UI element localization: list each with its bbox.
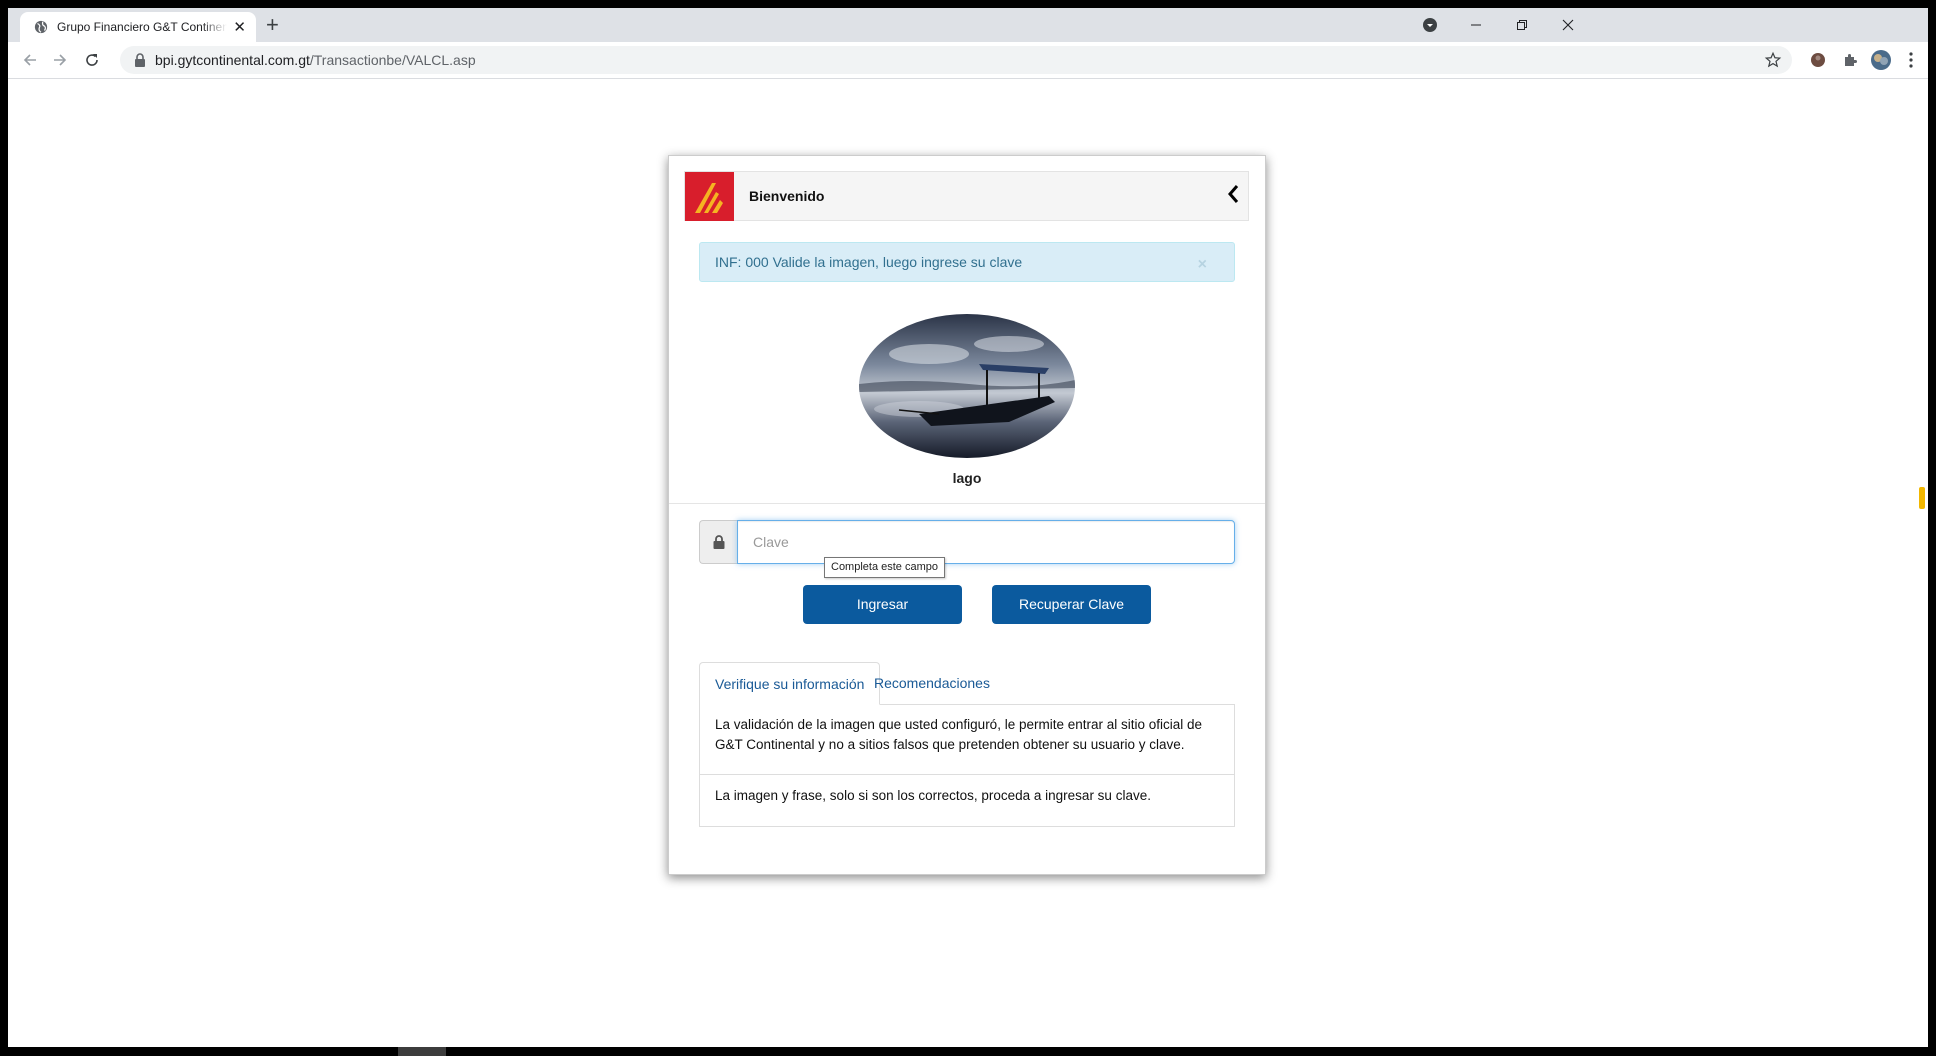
close-icon[interactable]: ✕ xyxy=(233,20,246,35)
url-host: bpi.gytcontinental.com.gt xyxy=(155,52,310,68)
plus-icon[interactable]: + xyxy=(266,14,279,36)
tab-title: Grupo Financiero G&T Continental xyxy=(57,20,228,34)
validation-tooltip: Completa este campo xyxy=(824,557,945,578)
bank-logo xyxy=(685,172,734,221)
page-content: Bienvenido INF: 000 Valide la imagen, lu… xyxy=(8,79,1928,1047)
reload-icon[interactable] xyxy=(80,48,104,72)
url-path: /Transactionbe/VALCL.asp xyxy=(309,52,476,68)
list-item: La validación de la imagen que usted con… xyxy=(715,717,1203,752)
security-image xyxy=(859,314,1075,458)
taskbar-indicator xyxy=(398,1047,446,1056)
alert-text: INF: 000 Valide la imagen, luego ingrese… xyxy=(715,254,1023,270)
browser-tab[interactable]: Grupo Financiero G&T Continental ✕ xyxy=(20,12,256,42)
page-title: Bienvenido xyxy=(749,188,825,204)
padlock-icon xyxy=(713,535,724,549)
extension-avatar-icon[interactable] xyxy=(1808,50,1828,70)
side-indicator xyxy=(1919,487,1925,509)
window-close-icon[interactable] xyxy=(1550,12,1586,38)
info-alert: INF: 000 Valide la imagen, luego ingrese… xyxy=(699,242,1235,282)
alert-close-button[interactable]: × xyxy=(1198,257,1207,273)
divider xyxy=(669,503,1265,504)
info-tabs: Verifique su información Recomendaciones xyxy=(699,662,1235,705)
security-image-caption: lago xyxy=(952,470,982,486)
star-icon[interactable] xyxy=(1764,51,1782,69)
password-input[interactable] xyxy=(737,520,1235,564)
login-card: Bienvenido INF: 000 Valide la imagen, lu… xyxy=(668,155,1266,875)
lock-icon xyxy=(135,53,145,67)
profile-menu-icon[interactable] xyxy=(1412,12,1448,38)
recover-password-button[interactable]: Recuperar Clave xyxy=(992,585,1151,624)
tab-verify-info[interactable]: Verifique su información xyxy=(699,662,881,705)
restore-icon[interactable] xyxy=(1504,12,1540,38)
address-bar[interactable]: bpi.gytcontinental.com.gt/Transactionbe/… xyxy=(120,46,1792,74)
card-header: Bienvenido xyxy=(684,171,1249,221)
password-addon xyxy=(699,520,737,564)
browser-window: Grupo Financiero G&T Continental ✕ + bpi… xyxy=(8,8,1928,1047)
minimize-icon[interactable] xyxy=(1458,12,1494,38)
forward-arrow-icon[interactable] xyxy=(48,48,72,72)
profile-avatar-icon[interactable] xyxy=(1869,50,1893,70)
back-arrow-icon[interactable] xyxy=(18,48,42,72)
tab-strip: Grupo Financiero G&T Continental ✕ + xyxy=(8,8,1928,42)
globe-icon xyxy=(34,20,48,34)
kebab-menu-icon[interactable] xyxy=(1901,50,1921,70)
chevron-left-icon[interactable] xyxy=(1226,183,1240,205)
tab-recommendations[interactable]: Recomendaciones xyxy=(859,662,1005,704)
browser-toolbar: bpi.gytcontinental.com.gt/Transactionbe/… xyxy=(8,42,1928,79)
puzzle-icon[interactable] xyxy=(1840,50,1860,70)
url-text: bpi.gytcontinental.com.gt/Transactionbe/… xyxy=(155,52,476,68)
tab-panel: La validación de la imagen que usted con… xyxy=(699,704,1235,827)
list-item: La imagen y frase, solo si son los corre… xyxy=(700,774,1234,817)
login-button[interactable]: Ingresar xyxy=(803,585,962,624)
